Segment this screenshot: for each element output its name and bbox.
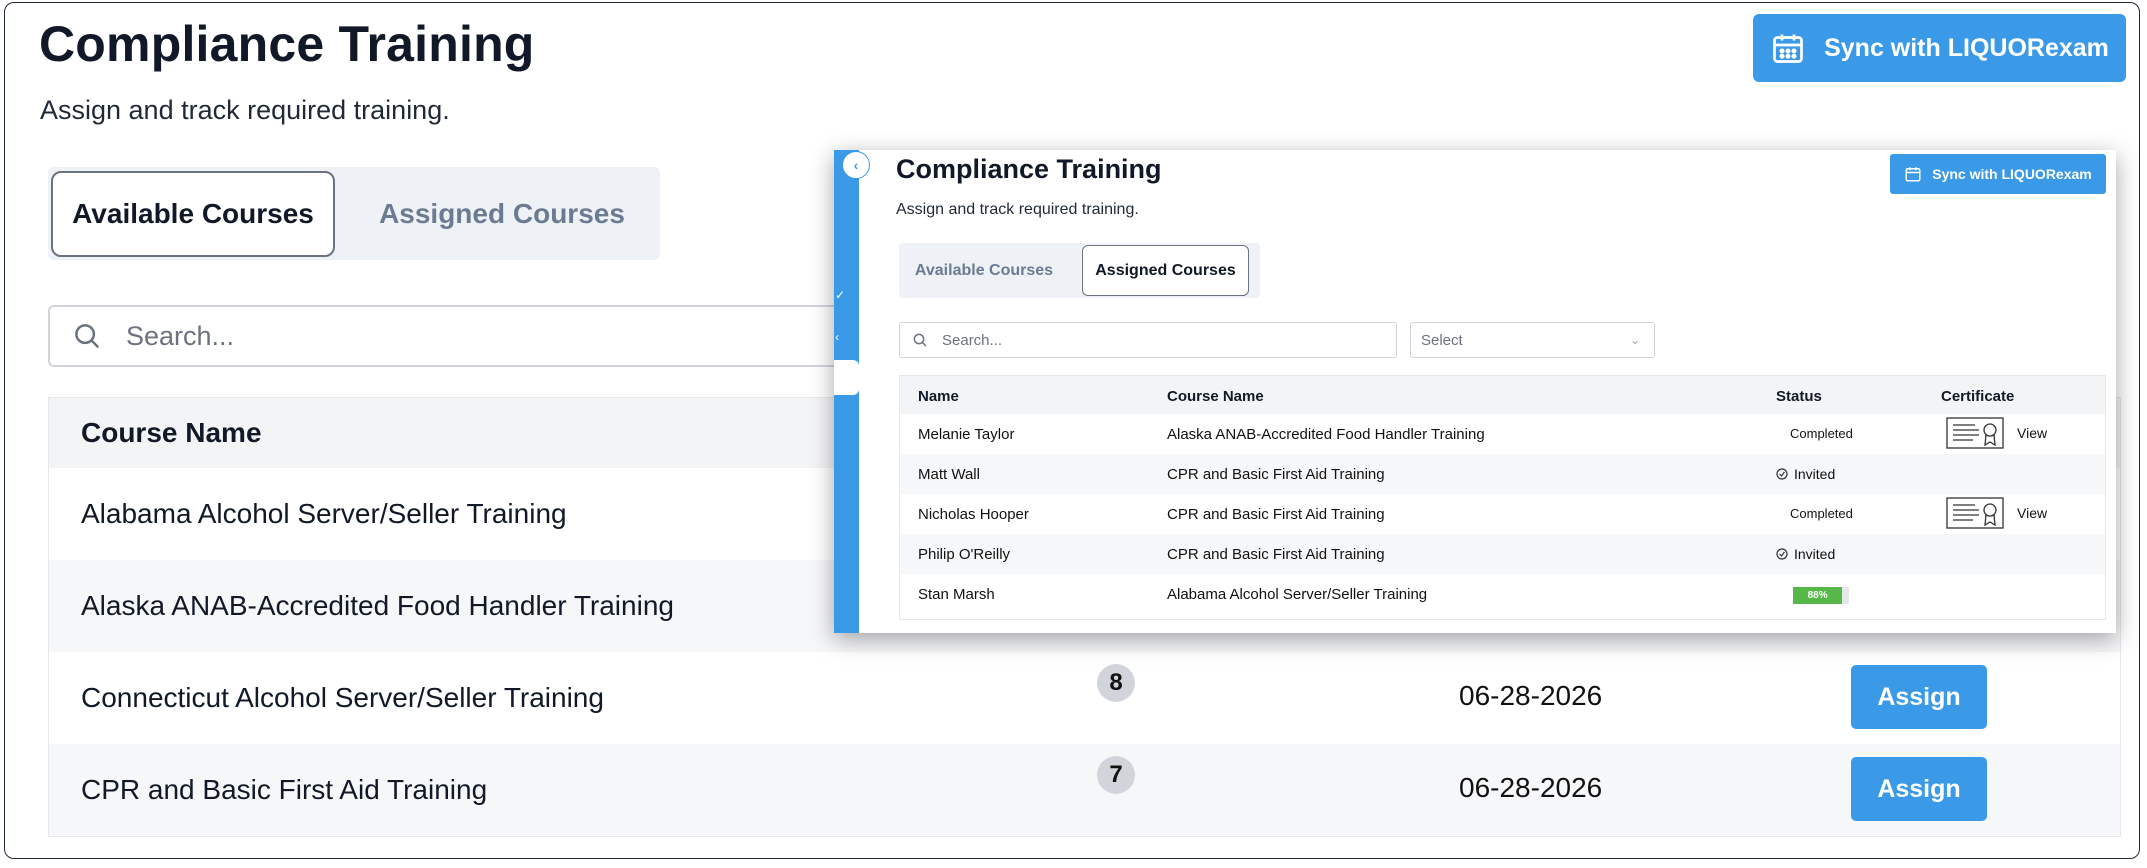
- table-row: Nicholas Hooper CPR and Basic First Aid …: [900, 494, 2105, 534]
- assigned-courses-table: Name Course Name Status Certificate Mela…: [899, 375, 2106, 620]
- search-box: [48, 305, 948, 367]
- progress-bar: 88%: [1793, 587, 1849, 604]
- course-name: CPR and Basic First Aid Training: [1167, 506, 1385, 523]
- tab-assigned-courses[interactable]: Assigned Courses: [348, 171, 656, 257]
- tab-available-courses[interactable]: Available Courses: [51, 171, 335, 257]
- header-name: Name: [918, 388, 959, 405]
- table-row: Melanie Taylor Alaska ANAB-Accredited Fo…: [900, 414, 2105, 454]
- search-icon: [75, 324, 100, 349]
- employee-name: Matt Wall: [918, 466, 980, 483]
- overlay-subtitle: Assign and track required training.: [896, 201, 1139, 218]
- course-name: Alabama Alcohol Server/Seller Training: [1167, 586, 1428, 603]
- view-certificate-link[interactable]: View: [2017, 505, 2047, 521]
- chevron-icon: ‹: [835, 330, 839, 344]
- search-input[interactable]: [942, 331, 1342, 349]
- employee-name: Nicholas Hooper: [918, 506, 1029, 523]
- certificate-cell: View: [1945, 416, 2047, 450]
- table-row: Connecticut Alcohol Server/Seller Traini…: [49, 652, 2120, 744]
- page-title: Compliance Training: [39, 16, 535, 72]
- certificate-cell: View: [1945, 496, 2047, 530]
- overlay-search-box: [899, 322, 1397, 358]
- course-name: Alaska ANAB-Accredited Food Handler Trai…: [1167, 426, 1485, 443]
- employee-name: Stan Marsh: [918, 586, 995, 603]
- course-name: CPR and Basic First Aid Training: [1167, 546, 1385, 563]
- due-date: 06-28-2026: [1459, 680, 1603, 711]
- sync-liquorexam-button[interactable]: Sync with LIQUORexam: [1753, 14, 2126, 82]
- chevron-left-icon[interactable]: ‹: [842, 151, 870, 179]
- overlay-course-tabs: Available Courses Assigned Courses: [899, 243, 1260, 298]
- overlay-sync-button[interactable]: Sync with LIQUORexam: [1890, 154, 2106, 194]
- count-badge: 7: [1097, 756, 1135, 794]
- employee-name: Melanie Taylor: [918, 426, 1015, 443]
- table-row: Matt Wall CPR and Basic First Aid Traini…: [900, 454, 2105, 494]
- sidebar-active-item[interactable]: [834, 360, 859, 395]
- assigned-courses-overlay: ✓ ‹ ‹ Compliance Training Assign and tra…: [834, 150, 2116, 633]
- course-name: Alabama Alcohol Server/Seller Training: [81, 498, 567, 529]
- chevron-down-icon: ⌄: [1629, 333, 1640, 347]
- table-row: CPR and Basic First Aid Training 7 06-28…: [49, 744, 2120, 836]
- status-badge: Completed: [1790, 506, 1853, 521]
- table-header: Name Course Name Status Certificate: [900, 376, 2105, 414]
- certificate-icon[interactable]: [1945, 496, 2005, 530]
- header-status: Status: [1776, 388, 1822, 405]
- progress-fill: 88%: [1793, 587, 1843, 604]
- check-icon: ✓: [835, 288, 846, 302]
- search-icon: [913, 333, 927, 347]
- course-name: CPR and Basic First Aid Training: [81, 774, 488, 805]
- course-name: Connecticut Alcohol Server/Seller Traini…: [81, 682, 604, 713]
- tab-assigned-courses[interactable]: Assigned Courses: [1082, 245, 1249, 296]
- assign-button[interactable]: Assign: [1851, 665, 1987, 729]
- status-text: Invited: [1794, 546, 1836, 562]
- header-course-name: Course Name: [1167, 388, 1264, 405]
- select-value: Select: [1421, 331, 1463, 349]
- filter-select[interactable]: Select ⌄: [1410, 322, 1655, 358]
- sync-button-label: Sync with LIQUORexam: [1824, 33, 2109, 62]
- calendar-icon: [1905, 167, 1921, 182]
- course-tabs: Available Courses Assigned Courses: [48, 167, 660, 260]
- sidebar: ✓ ‹: [834, 150, 859, 633]
- status-badge: Invited: [1776, 546, 1835, 562]
- check-circle-icon: [1776, 468, 1788, 480]
- check-circle-icon: [1776, 548, 1788, 560]
- view-certificate-link[interactable]: View: [2017, 425, 2047, 441]
- overlay-title: Compliance Training: [896, 154, 1162, 184]
- course-name: CPR and Basic First Aid Training: [1167, 466, 1385, 483]
- sync-button-label: Sync with LIQUORexam: [1932, 166, 2092, 182]
- course-name: Alaska ANAB-Accredited Food Handler Trai…: [81, 590, 674, 621]
- page-subtitle: Assign and track required training.: [40, 95, 450, 125]
- header-certificate: Certificate: [1941, 388, 2015, 405]
- count-badge: 8: [1097, 664, 1135, 702]
- calendar-icon: [1773, 34, 1803, 63]
- status-badge: Completed: [1790, 426, 1853, 441]
- tab-available-courses[interactable]: Available Courses: [899, 243, 1069, 298]
- due-date: 06-28-2026: [1459, 772, 1603, 803]
- assign-button[interactable]: Assign: [1851, 757, 1987, 821]
- certificate-icon[interactable]: [1945, 416, 2005, 450]
- table-row: Philip O'Reilly CPR and Basic First Aid …: [900, 534, 2105, 574]
- table-row: Stan Marsh Alabama Alcohol Server/Seller…: [900, 574, 2105, 614]
- status-badge: Invited: [1776, 466, 1835, 482]
- status-text: Invited: [1794, 466, 1836, 482]
- search-input[interactable]: [126, 320, 826, 352]
- employee-name: Philip O'Reilly: [918, 546, 1011, 563]
